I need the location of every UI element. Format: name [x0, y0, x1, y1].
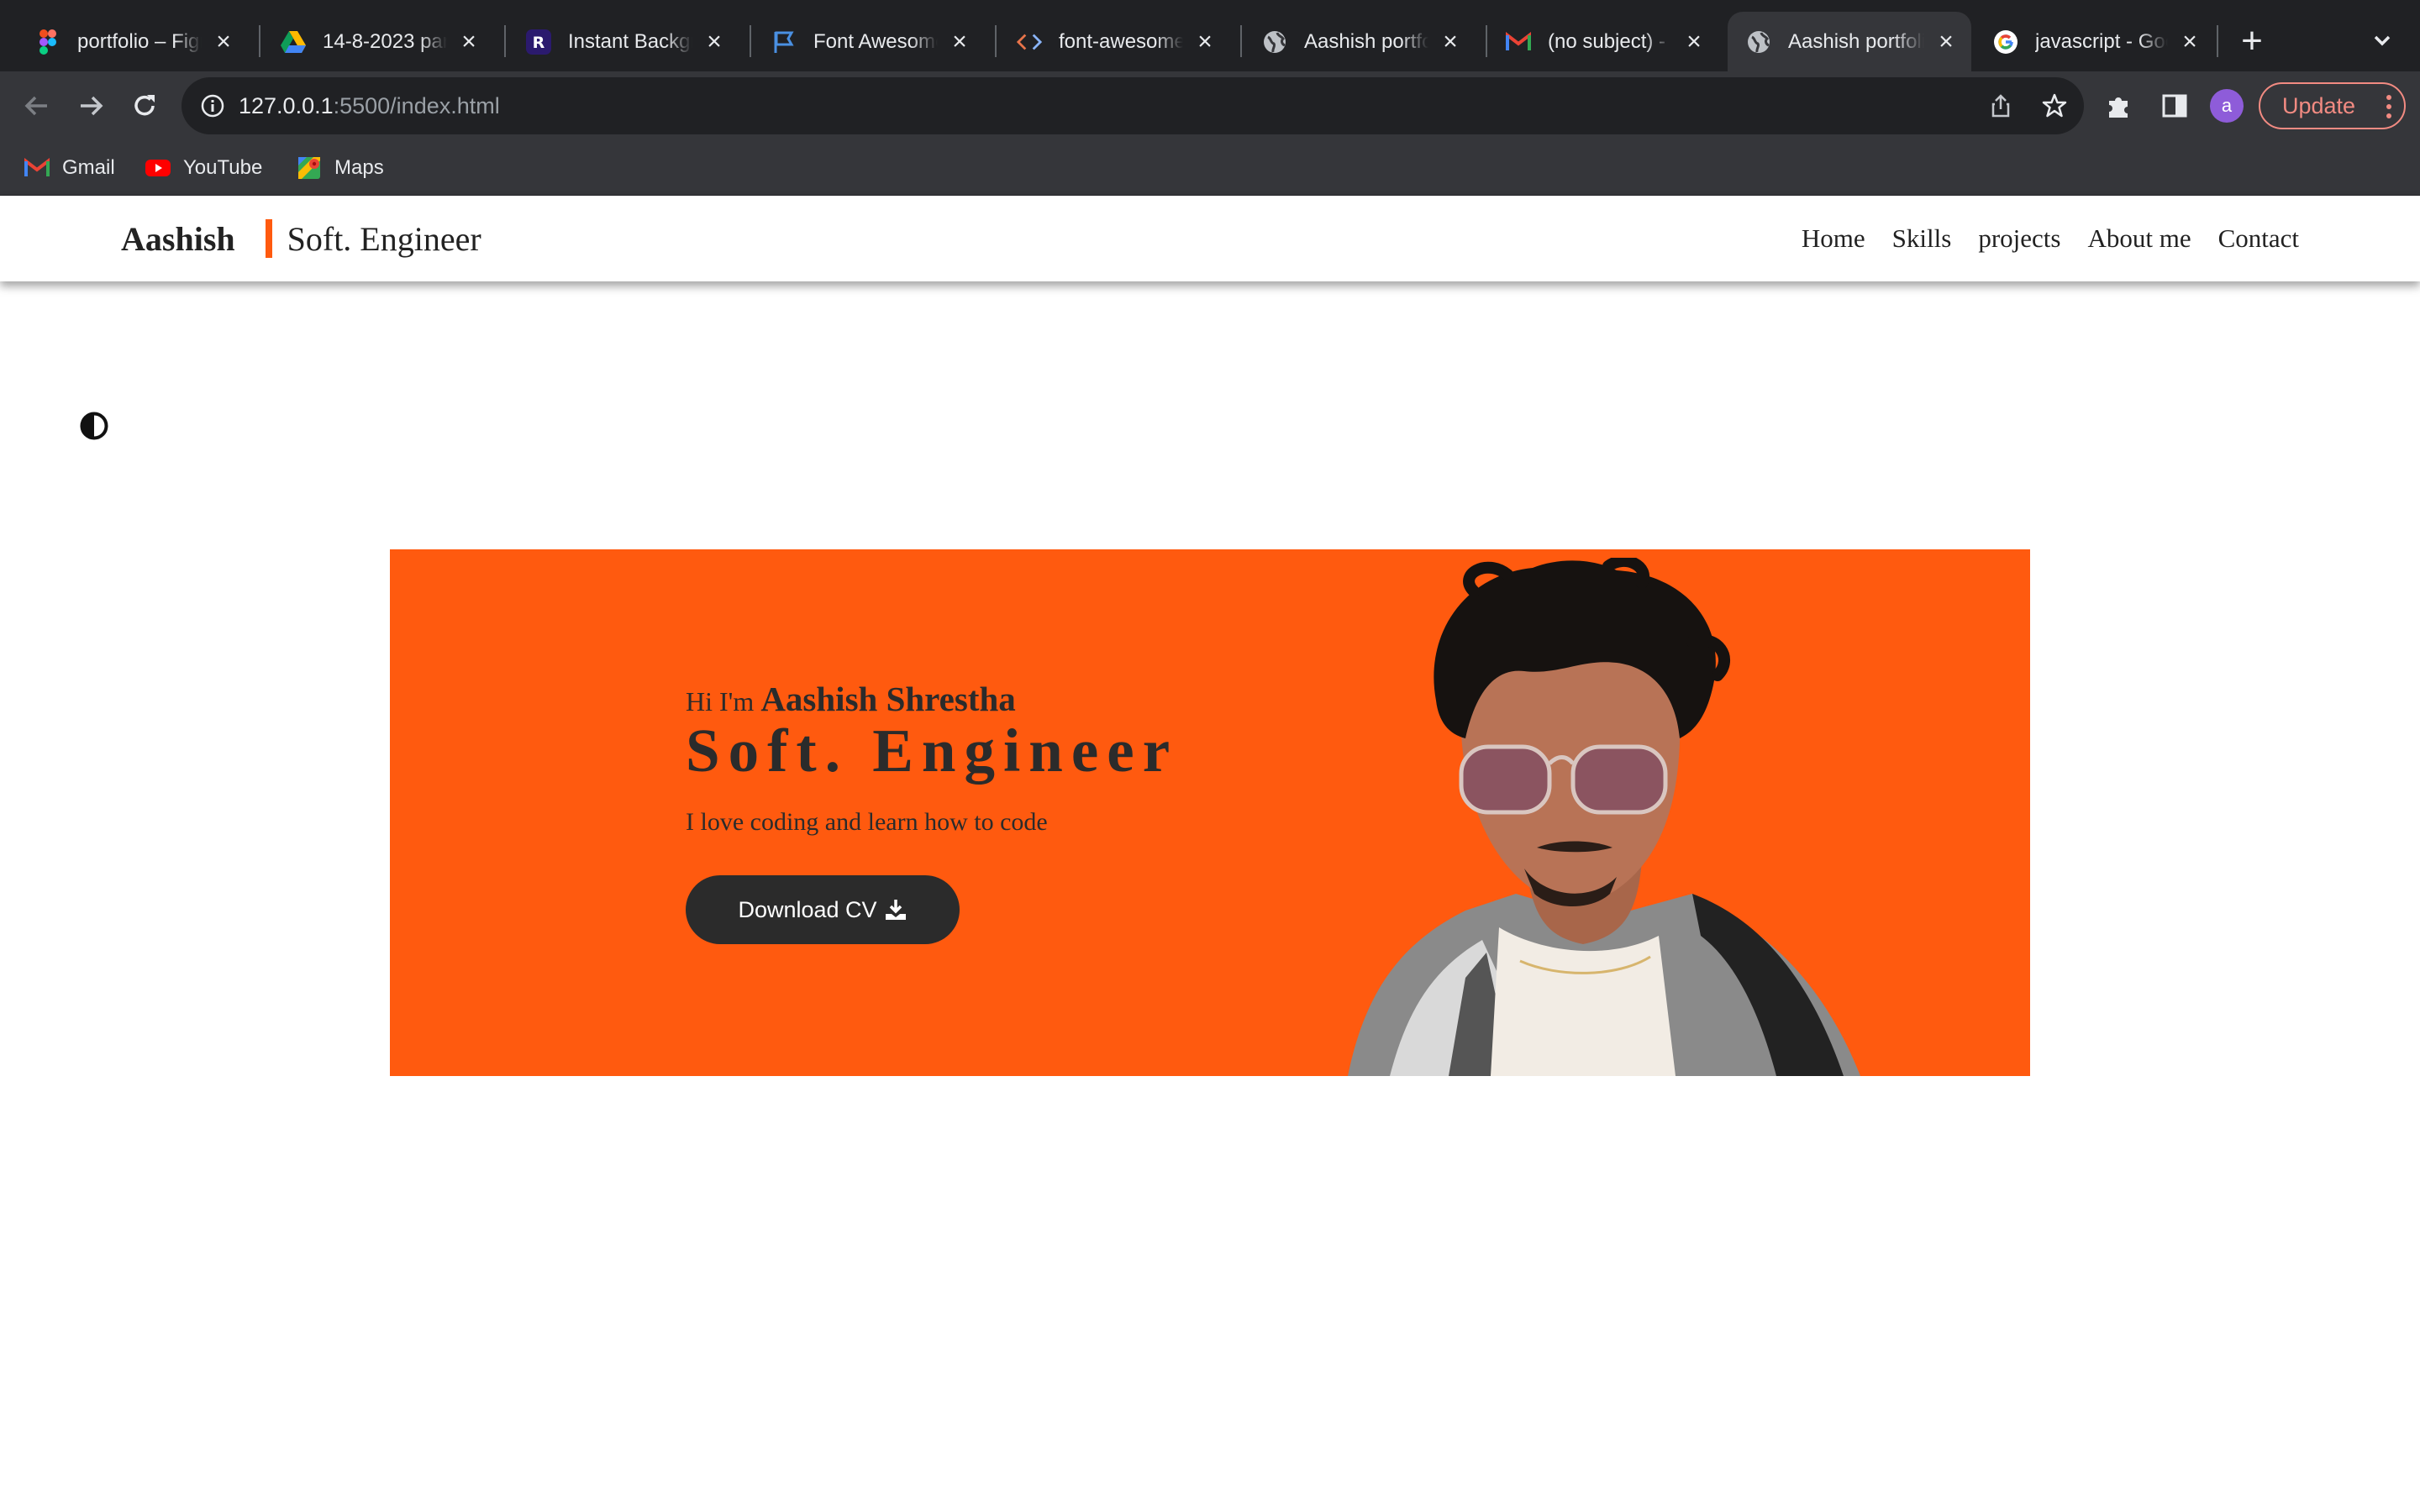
close-tab-icon[interactable]: ×: [457, 29, 481, 54]
more-vertical-icon: [2386, 95, 2391, 118]
profile-avatar[interactable]: a: [2210, 89, 2244, 123]
new-tab-button[interactable]: +: [2235, 20, 2269, 62]
close-tab-icon[interactable]: ×: [2178, 29, 2202, 54]
update-button[interactable]: Update: [2259, 82, 2406, 129]
site-info-icon[interactable]: [198, 92, 227, 120]
tab-title: Instant Background: [568, 29, 692, 53]
close-tab-icon[interactable]: ×: [1682, 29, 1706, 54]
google-icon: [1993, 29, 2018, 55]
nav-skills[interactable]: Skills: [1892, 223, 1952, 254]
back-button[interactable]: [18, 87, 55, 124]
url-text[interactable]: 127.0.0.1:5500/index.html: [239, 77, 500, 134]
brand-name: Aashish: [121, 219, 235, 258]
bookmark-maps[interactable]: Maps: [296, 140, 384, 196]
code-icon: [1017, 29, 1042, 55]
tab-title: 14-8-2023 part: [323, 29, 447, 53]
nav-about-me[interactable]: About me: [2087, 223, 2191, 254]
close-tab-icon[interactable]: ×: [212, 29, 235, 54]
close-tab-icon[interactable]: ×: [1934, 29, 1958, 54]
google-drive-icon: [281, 29, 306, 55]
site-header: Aashish Soft. Engineer Home Skills proje…: [0, 196, 2420, 281]
hero-greeting: Hi I'm Aashish Shrestha: [686, 679, 1178, 719]
bookmark-star-icon[interactable]: [2040, 92, 2069, 120]
url-host: 127.0.0.1: [239, 93, 334, 118]
side-panel-button[interactable]: [2156, 87, 2193, 124]
tab-title: Font Awesome: [813, 29, 938, 53]
bookmark-label: Gmail: [62, 156, 115, 179]
browser-tab-strip: portfolio – Figma × 14-8-2023 part × R I…: [0, 0, 2420, 71]
tab-drive[interactable]: 14-8-2023 part ×: [262, 12, 494, 71]
gmail-icon: [24, 155, 50, 181]
side-panel-icon: [2162, 94, 2187, 118]
bookmark-youtube[interactable]: YouTube: [145, 140, 262, 196]
tab-portfolio-figma[interactable]: portfolio – Figma ×: [17, 12, 249, 71]
tab-title: font-awesome: [1059, 29, 1183, 53]
bookmark-label: YouTube: [183, 156, 263, 179]
arrow-right-icon: [81, 96, 103, 116]
tab-title: (no subject) -: [1548, 29, 1666, 53]
site-brand[interactable]: Aashish Soft. Engineer: [121, 196, 481, 281]
tab-title: Aashish portfolio: [1788, 29, 1924, 53]
extensions-button[interactable]: [2101, 87, 2138, 124]
close-tab-icon[interactable]: ×: [1193, 29, 1217, 54]
reload-icon: [134, 95, 155, 116]
tab-gmail[interactable]: (no subject) - ×: [1487, 12, 1719, 71]
close-tab-icon[interactable]: ×: [1439, 29, 1462, 54]
tab-title: portfolio – Figma: [77, 29, 202, 53]
bookmarks-bar: Gmail YouTube Maps: [0, 140, 2420, 196]
bookmark-gmail[interactable]: Gmail: [24, 140, 115, 196]
browser-toolbar: 127.0.0.1:5500/index.html a Update: [0, 71, 2420, 140]
download-cv-button[interactable]: Download CV: [686, 875, 960, 944]
chevron-down-icon: [2374, 35, 2391, 46]
url-path: :5500/index.html: [333, 93, 500, 118]
maps-icon: [296, 155, 323, 181]
close-tab-icon[interactable]: ×: [948, 29, 971, 54]
forward-button[interactable]: [72, 87, 109, 124]
r-app-icon: R: [526, 29, 551, 55]
profile-photo: [1348, 558, 1860, 1076]
figma-icon: [35, 29, 60, 55]
site-nav: Home Skills projects About me Contact: [1802, 196, 2299, 281]
arrow-left-icon: [24, 96, 47, 116]
greeting-prefix: Hi I'm: [686, 686, 761, 717]
svg-text:R: R: [533, 34, 545, 52]
tab-title: Aashish portfolio: [1304, 29, 1428, 53]
puzzle-icon: [2109, 97, 2128, 118]
reload-button[interactable]: [126, 87, 163, 124]
gmail-icon: [1506, 29, 1531, 55]
nav-contact[interactable]: Contact: [2218, 223, 2299, 254]
bookmark-label: Maps: [334, 156, 384, 179]
hero-headline: Soft. Engineer: [686, 717, 1179, 785]
flag-icon: [771, 29, 797, 55]
tab-search-button[interactable]: [2365, 24, 2399, 57]
tab-font-awesome-code[interactable]: font-awesome ×: [998, 12, 1230, 71]
download-icon: [885, 900, 906, 920]
tab-instant-background[interactable]: R Instant Background ×: [508, 12, 739, 71]
brand-role: Soft. Engineer: [287, 219, 481, 258]
brand-divider: [265, 219, 272, 258]
download-cv-label: Download CV: [738, 896, 877, 922]
nav-home[interactable]: Home: [1802, 223, 1865, 254]
address-bar[interactable]: 127.0.0.1:5500/index.html: [182, 77, 2084, 134]
tab-aashish-portfolio-active[interactable]: Aashish portfolio ×: [1728, 12, 1971, 71]
theme-toggle-icon[interactable]: [79, 411, 109, 441]
close-tab-icon[interactable]: ×: [702, 29, 726, 54]
hero-text: Hi I'm Aashish Shrestha Soft. Engineer I…: [686, 679, 1178, 837]
globe-icon: [1746, 29, 1771, 55]
youtube-icon: [145, 155, 171, 181]
tab-javascript-google[interactable]: javascript - Google ×: [1975, 12, 2215, 71]
tab-font-awesome[interactable]: Font Awesome ×: [753, 12, 985, 71]
share-icon[interactable]: [1986, 92, 2015, 120]
globe-icon: [1262, 29, 1287, 55]
tab-aashish-portfolio[interactable]: Aashish portfolio ×: [1244, 12, 1476, 71]
hero-name: Aashish Shrestha: [760, 680, 1016, 718]
hero-banner: Hi I'm Aashish Shrestha Soft. Engineer I…: [390, 549, 2030, 1076]
tab-title: javascript - Google: [2035, 29, 2168, 53]
update-label: Update: [2282, 93, 2356, 118]
nav-projects[interactable]: projects: [1978, 223, 2060, 254]
hero-tagline: I love coding and learn how to code: [686, 808, 1048, 836]
